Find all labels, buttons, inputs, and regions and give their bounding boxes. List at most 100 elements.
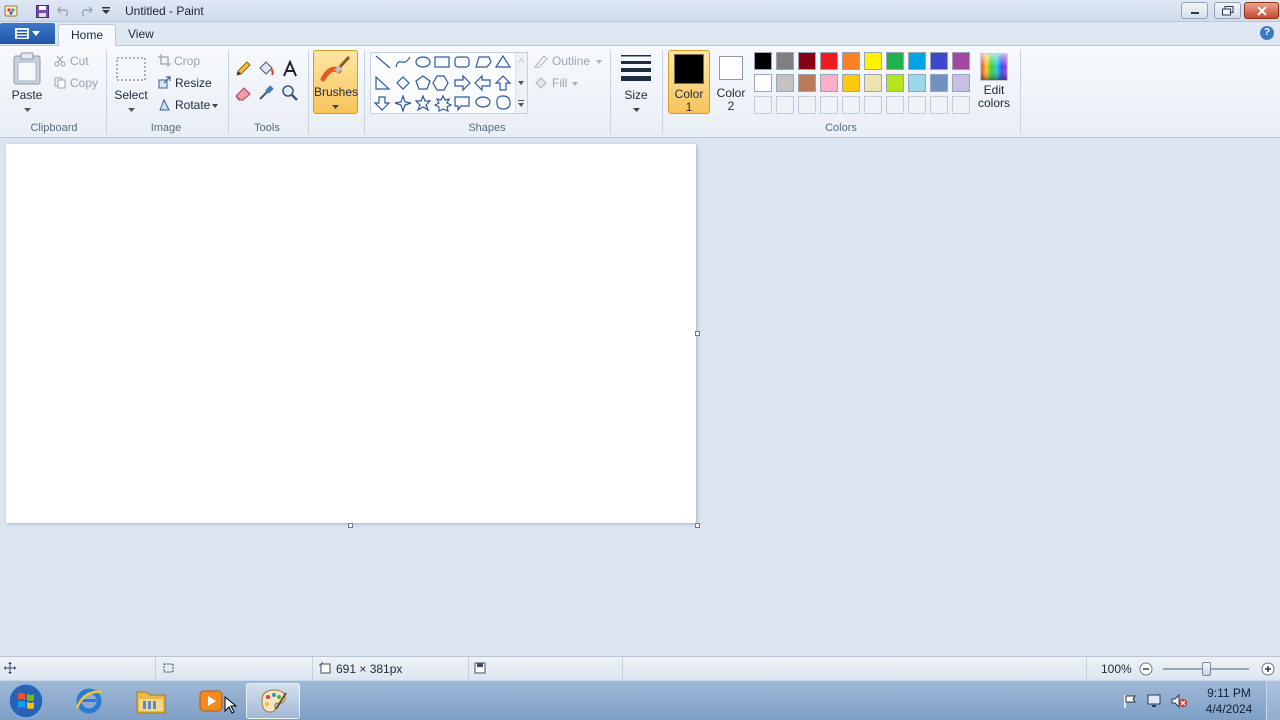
palette-color-swatch[interactable] — [930, 52, 948, 70]
redo-icon[interactable] — [78, 3, 94, 19]
fill-tool[interactable] — [257, 60, 277, 80]
fill-dropdown[interactable]: Fill — [534, 76, 594, 92]
start-button[interactable] — [6, 682, 46, 720]
pencil-tool[interactable] — [234, 60, 254, 80]
chevron-down-icon — [596, 60, 602, 64]
zoom-out-button[interactable] — [1139, 662, 1153, 676]
palette-color-swatch[interactable] — [820, 52, 838, 70]
palette-color-swatch[interactable] — [952, 52, 970, 70]
palette-empty-swatch[interactable] — [842, 96, 860, 114]
palette-color-swatch[interactable] — [820, 74, 838, 92]
restore-button[interactable] — [1214, 2, 1241, 19]
edit-colors-label-2: colors — [977, 96, 1010, 110]
resize-handle-corner[interactable] — [695, 523, 700, 528]
customize-quick-access-icon[interactable] — [98, 3, 114, 19]
divider — [308, 50, 309, 134]
undo-icon[interactable] — [56, 3, 72, 19]
palette-empty-swatch[interactable] — [886, 96, 904, 114]
resize-handle-right[interactable] — [695, 331, 700, 336]
divider — [468, 657, 469, 680]
brush-icon — [320, 55, 350, 82]
palette-color-swatch[interactable] — [952, 74, 970, 92]
color2-number: 2 — [727, 99, 735, 113]
tab-home[interactable]: Home — [58, 24, 117, 47]
cut-button[interactable]: Cut — [54, 54, 102, 70]
copy-button[interactable]: Copy — [54, 76, 102, 92]
palette-color-swatch[interactable] — [864, 74, 882, 92]
drawing-canvas[interactable] — [6, 144, 696, 523]
fill-label: Fill — [552, 76, 568, 90]
divider — [1020, 50, 1021, 134]
palette-empty-swatch[interactable] — [908, 96, 926, 114]
color-picker-tool[interactable] — [257, 84, 277, 104]
taskbar-paint[interactable] — [246, 683, 300, 719]
windows-logo-icon — [8, 683, 44, 719]
palette-color-swatch[interactable] — [798, 74, 816, 92]
zoom-level: 100% — [1101, 662, 1132, 676]
palette-color-swatch[interactable] — [754, 74, 772, 92]
chevron-down-icon — [572, 82, 578, 86]
paint-app-icon[interactable] — [3, 3, 19, 19]
brushes-button[interactable]: Brushes — [313, 50, 358, 114]
paste-button[interactable]: Paste — [8, 50, 46, 116]
palette-color-swatch[interactable] — [908, 52, 926, 70]
resize-button[interactable]: Resize — [158, 76, 218, 92]
show-desktop-button[interactable] — [1266, 681, 1280, 720]
volume-muted-icon[interactable] — [1170, 693, 1188, 709]
help-icon[interactable]: ? — [1260, 26, 1274, 40]
copy-icon — [54, 77, 66, 89]
outline-dropdown[interactable]: Outline — [534, 54, 604, 70]
edit-colors-button[interactable]: Edit colors — [974, 50, 1014, 114]
palette-color-swatch[interactable] — [930, 74, 948, 92]
canvas-area — [0, 138, 1280, 656]
eraser-icon — [235, 87, 251, 101]
shapes-gallery-scrollbar[interactable] — [515, 53, 527, 113]
crop-button[interactable]: Crop — [158, 54, 218, 70]
palette-empty-swatch[interactable] — [798, 96, 816, 114]
palette-color-swatch[interactable] — [908, 74, 926, 92]
color2-button[interactable]: Color 2 — [712, 50, 750, 114]
palette-color-swatch[interactable] — [842, 74, 860, 92]
palette-empty-swatch[interactable] — [776, 96, 794, 114]
close-button[interactable] — [1244, 2, 1279, 19]
paint-menu-button[interactable] — [0, 23, 55, 44]
color1-button[interactable]: Color 1 — [668, 50, 710, 114]
rotate-button[interactable]: Rotate — [158, 98, 222, 114]
taskbar-internet-explorer[interactable] — [62, 683, 116, 719]
palette-color-swatch[interactable] — [842, 52, 860, 70]
save-icon[interactable] — [34, 3, 50, 19]
ribbon-tabs: Home View ? — [0, 22, 1280, 47]
menu-icon — [15, 28, 29, 39]
magnifier-tool[interactable] — [281, 84, 301, 104]
select-button[interactable]: Select — [112, 50, 150, 116]
palette-empty-swatch[interactable] — [930, 96, 948, 114]
zoom-slider-thumb[interactable] — [1202, 662, 1211, 676]
palette-color-swatch[interactable] — [776, 52, 794, 70]
palette-color-swatch[interactable] — [886, 74, 904, 92]
palette-color-swatch[interactable] — [754, 52, 772, 70]
resize-handle-bottom[interactable] — [348, 523, 353, 528]
taskbar-file-explorer[interactable] — [124, 683, 178, 719]
tab-view[interactable]: View — [116, 24, 166, 46]
text-tool[interactable] — [281, 59, 301, 80]
status-bar: 691 × 381px 100% — [0, 656, 1280, 680]
palette-color-swatch[interactable] — [886, 52, 904, 70]
crop-icon — [158, 54, 171, 67]
outline-label: Outline — [552, 54, 591, 68]
size-button[interactable]: Size — [616, 50, 656, 116]
palette-color-swatch[interactable] — [776, 74, 794, 92]
palette-empty-swatch[interactable] — [864, 96, 882, 114]
divider — [312, 657, 313, 680]
taskbar-clock[interactable]: 9:11 PM 4/4/2024 — [1200, 685, 1258, 717]
palette-empty-swatch[interactable] — [820, 96, 838, 114]
palette-empty-swatch[interactable] — [754, 96, 772, 114]
zoom-in-button[interactable] — [1261, 662, 1275, 676]
palette-empty-swatch[interactable] — [952, 96, 970, 114]
fill-bucket-icon — [535, 77, 547, 89]
action-center-flag-icon[interactable] — [1122, 693, 1138, 709]
network-icon[interactable] — [1146, 693, 1164, 709]
palette-color-swatch[interactable] — [798, 52, 816, 70]
palette-color-swatch[interactable] — [864, 52, 882, 70]
eraser-tool[interactable] — [234, 84, 254, 104]
minimize-button[interactable] — [1181, 2, 1208, 19]
